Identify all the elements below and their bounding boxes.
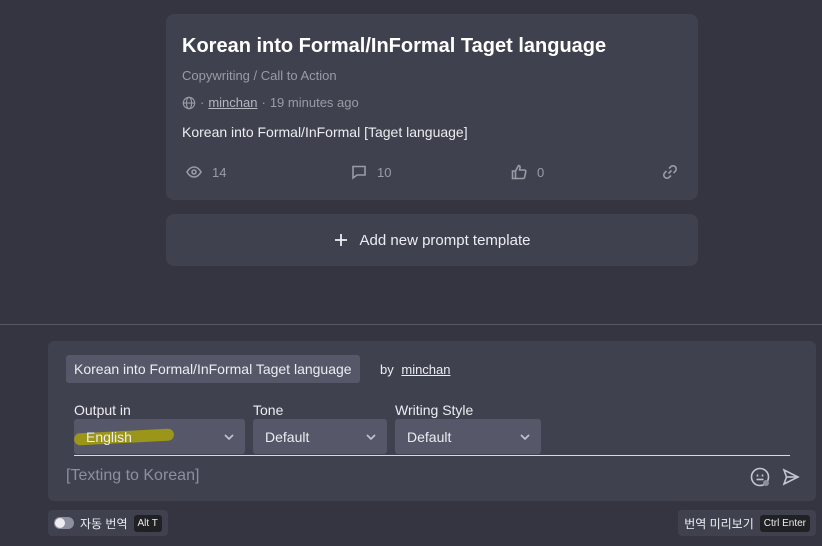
likes-count: 0 <box>537 164 545 180</box>
comments-stat[interactable]: 10 <box>351 164 511 180</box>
translation-preview-button[interactable]: 번역 미리보기 Ctrl Enter <box>678 510 816 536</box>
shortcut-badge: Ctrl Enter <box>759 514 810 532</box>
author-link[interactable]: minchan <box>208 95 257 110</box>
card-title[interactable]: Korean into Formal/InFormal Taget langua… <box>182 34 682 58</box>
writing-style-select[interactable]: Default <box>395 419 541 454</box>
auto-translate-toggle[interactable]: 자동 번역 Alt T <box>48 510 168 536</box>
output-label: Output in <box>74 402 131 418</box>
comments-count: 10 <box>377 164 392 180</box>
preview-label: 번역 미리보기 <box>684 516 754 531</box>
input-actions <box>750 467 800 487</box>
toggle-switch[interactable] <box>54 517 74 529</box>
template-name-chip[interactable]: Korean into Formal/InFormal Taget langua… <box>66 355 360 383</box>
send-icon[interactable] <box>782 468 800 486</box>
chevron-down-icon <box>520 433 530 440</box>
card-category: Copywriting / Call to Action <box>182 68 337 83</box>
chevron-down-icon <box>366 433 376 440</box>
style-label: Writing Style <box>395 402 474 418</box>
card-meta: · minchan · 19 minutes ago <box>182 95 682 110</box>
chevron-down-icon <box>224 433 234 440</box>
by-label: by <box>380 362 394 377</box>
template-author: by minchan <box>380 362 451 377</box>
auto-translate-label: 자동 번역 <box>80 516 128 531</box>
link-icon[interactable] <box>662 164 678 180</box>
views-stat: 14 <box>186 164 351 180</box>
card-stats: 14 10 0 <box>186 164 678 180</box>
input-underline <box>74 455 790 456</box>
eye-icon <box>186 166 202 178</box>
prompt-input[interactable]: [Texting to Korean] <box>66 467 199 485</box>
plus-icon <box>334 234 347 246</box>
likes-stat[interactable]: 0 <box>511 164 641 180</box>
author-link[interactable]: minchan <box>401 362 450 377</box>
writing-style-value: Default <box>407 428 452 445</box>
add-template-label: Add new prompt template <box>359 231 531 249</box>
tone-value: Default <box>265 428 310 445</box>
globe-icon <box>182 96 196 109</box>
tone-label: Tone <box>253 402 284 418</box>
thumbs-up-icon <box>511 164 527 180</box>
views-count: 14 <box>212 164 227 180</box>
meta-separator: · <box>261 95 266 110</box>
tone-select[interactable]: Default <box>253 419 387 454</box>
shortcut-badge: Alt T <box>133 514 162 532</box>
divider <box>0 324 822 325</box>
output-language-value: English <box>86 428 132 445</box>
prompt-panel: Korean into Formal/InFormal Taget langua… <box>48 341 816 501</box>
card-description: Korean into Formal/InFormal [Taget langu… <box>182 124 468 140</box>
prompt-card[interactable]: Korean into Formal/InFormal Taget langua… <box>166 14 698 200</box>
comment-icon <box>352 165 366 180</box>
add-template-button[interactable]: Add new prompt template <box>166 214 698 266</box>
meta-separator: · <box>200 95 205 110</box>
emoji-icon[interactable] <box>750 467 770 487</box>
card-time: 19 minutes ago <box>269 95 359 110</box>
